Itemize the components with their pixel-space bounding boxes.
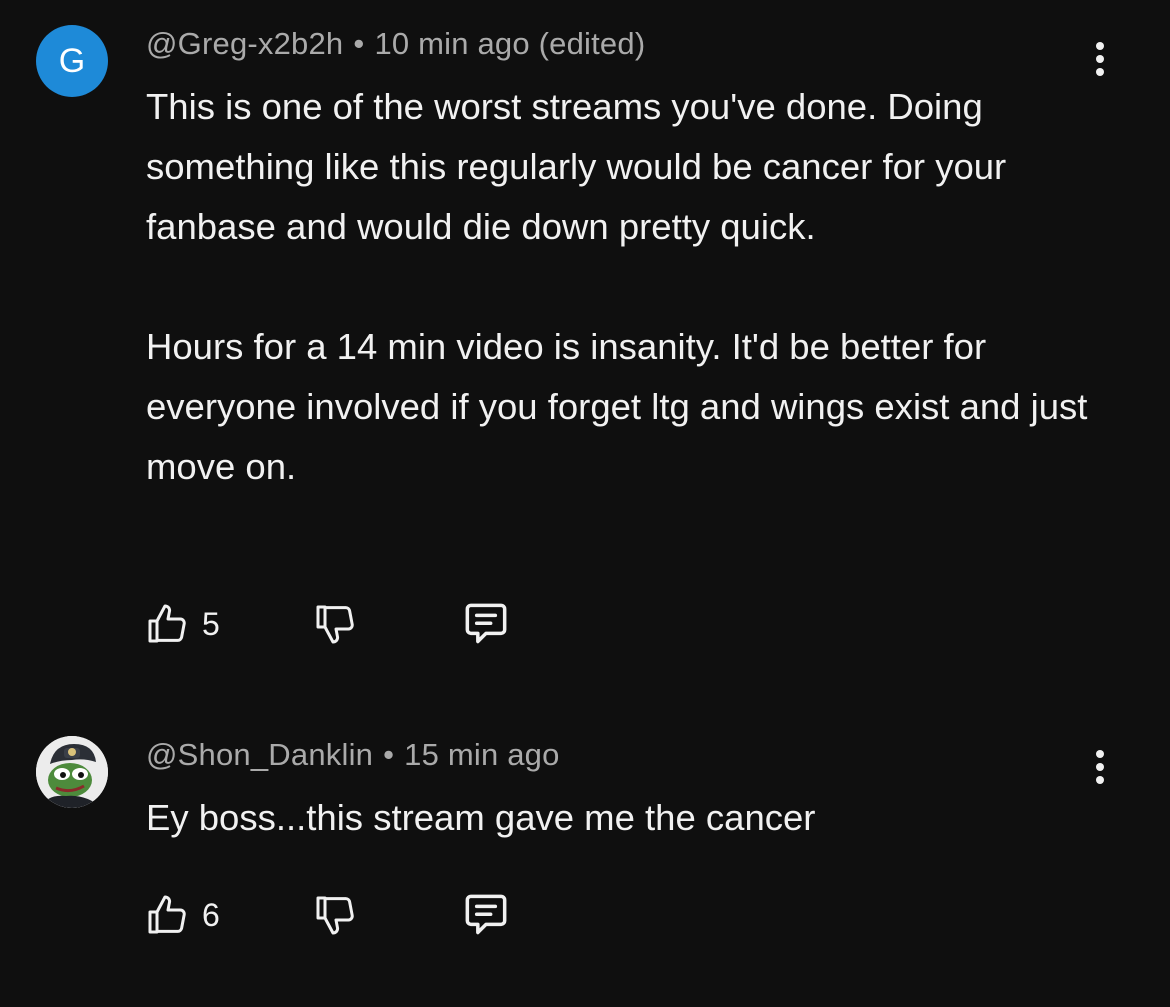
more-dot	[1096, 68, 1104, 76]
dislike-button[interactable]	[312, 596, 360, 652]
like-button[interactable]: 5	[144, 596, 220, 652]
thumbs-down-icon	[316, 896, 354, 935]
more-dot	[1096, 776, 1104, 784]
avatar[interactable]	[36, 736, 108, 808]
like-count: 5	[202, 605, 220, 642]
more-dot	[1096, 763, 1104, 771]
more-options-button[interactable]	[1086, 742, 1114, 792]
comment-text: Ey boss...this stream gave me the cancer	[146, 788, 1106, 848]
reply-button[interactable]	[458, 596, 514, 652]
comment-header: @Greg-x2b2h • 10 min ago (edited)	[146, 26, 645, 62]
pepe-frog-avatar	[36, 736, 108, 808]
thumbs-up-icon	[148, 604, 186, 643]
username[interactable]: @Greg-x2b2h	[146, 26, 343, 61]
avatar-letter: G	[58, 41, 86, 80]
more-vertical-icon	[1096, 42, 1104, 50]
comment-text: This is one of the worst streams you've …	[146, 77, 1106, 497]
reply-comment-icon	[465, 894, 507, 935]
like-button[interactable]: 6	[144, 887, 220, 943]
more-dot	[1096, 55, 1104, 63]
avatar[interactable]: G	[36, 25, 108, 97]
comment-paragraph: Ey boss...this stream gave me the cancer	[146, 797, 816, 838]
comment-actions: 6	[144, 887, 564, 943]
reply-comment-icon	[465, 603, 507, 644]
comment-item: @Shon_Danklin • 15 min ago Ey boss...this …	[0, 710, 1170, 1007]
more-vertical-icon	[1096, 750, 1104, 758]
separator: •	[383, 737, 395, 772]
reply-button[interactable]	[458, 887, 514, 943]
comment-actions: 5	[144, 596, 564, 652]
comment-item: G @Greg-x2b2h • 10 min ago (edited) This i…	[0, 0, 1170, 700]
thumbs-down-icon	[316, 605, 354, 644]
like-count: 6	[202, 896, 220, 933]
timestamp[interactable]: 10 min ago (edited)	[374, 26, 645, 61]
username[interactable]: @Shon_Danklin	[146, 737, 373, 772]
comment-header: @Shon_Danklin • 15 min ago	[146, 737, 560, 773]
thumbs-up-icon	[148, 895, 186, 934]
comment-paragraph: Hours for a 14 min video is insanity. It…	[146, 326, 1088, 487]
dislike-button[interactable]	[312, 887, 360, 943]
timestamp[interactable]: 15 min ago	[404, 737, 559, 772]
comment-paragraph: This is one of the worst streams you've …	[146, 86, 1007, 247]
separator: •	[353, 26, 365, 61]
